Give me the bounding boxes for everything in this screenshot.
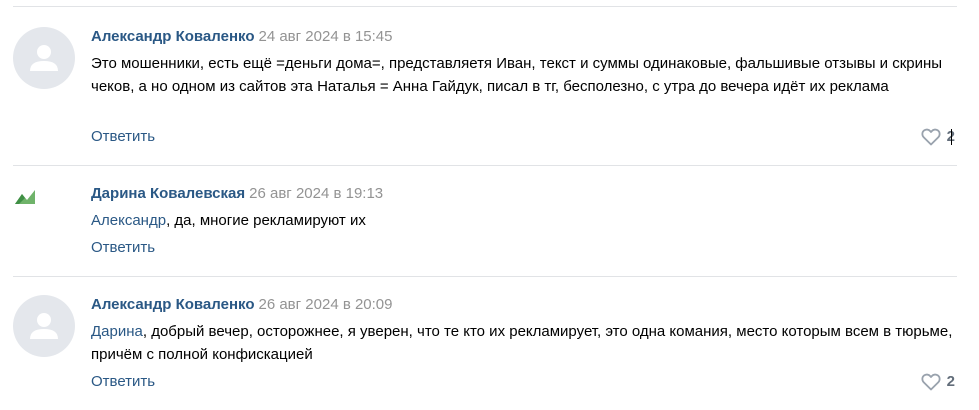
default-user-avatar-icon — [30, 45, 58, 71]
top-divider — [13, 6, 957, 7]
avatar[interactable] — [13, 295, 75, 357]
default-user-avatar-icon — [30, 313, 58, 339]
like-button[interactable]: 2 — [921, 372, 955, 392]
comment-author[interactable]: Александр Коваленко — [91, 296, 254, 313]
comment-date[interactable]: 26 авг 2024 в 19:13 — [249, 185, 383, 202]
comment-text: Это мошенники, есть ещё =деньги дома=, п… — [91, 52, 961, 98]
heart-outline-icon — [921, 128, 941, 146]
comment-text: Дарина, добрый вечер, осторожнее, я увер… — [91, 320, 961, 366]
like-count: 2 — [946, 373, 955, 390]
reply-button[interactable]: Ответить — [91, 127, 155, 147]
avatar[interactable] — [13, 27, 75, 89]
comment-text-body: Это мошенники, есть ещё =деньги дома=, п… — [91, 55, 943, 95]
comment-author[interactable]: Дарина Ковалевская — [91, 185, 245, 202]
comment-text-body: , добрый вечер, осторожнее, я уверен, чт… — [91, 323, 953, 363]
mention-link[interactable]: Дарина — [91, 323, 143, 340]
mention-link[interactable]: Александр — [91, 212, 166, 229]
comment-divider — [13, 165, 957, 166]
heart-outline-icon — [921, 373, 941, 391]
reply-button[interactable]: Ответить — [91, 372, 155, 392]
text-cursor — [951, 129, 952, 145]
comment-author[interactable]: Александр Коваленко — [91, 28, 254, 45]
like-button[interactable]: 2 — [921, 127, 955, 147]
comment-divider — [13, 276, 957, 277]
broken-image-icon[interactable] — [13, 186, 37, 206]
comment-date[interactable]: 26 авг 2024 в 20:09 — [258, 296, 392, 313]
comment-text: Александр, да, многие рекламируют их — [91, 209, 961, 232]
reply-button[interactable]: Ответить — [91, 238, 155, 258]
comment-text-body: , да, многие рекламируют их — [166, 212, 366, 229]
comment-date[interactable]: 24 авг 2024 в 15:45 — [258, 28, 392, 45]
